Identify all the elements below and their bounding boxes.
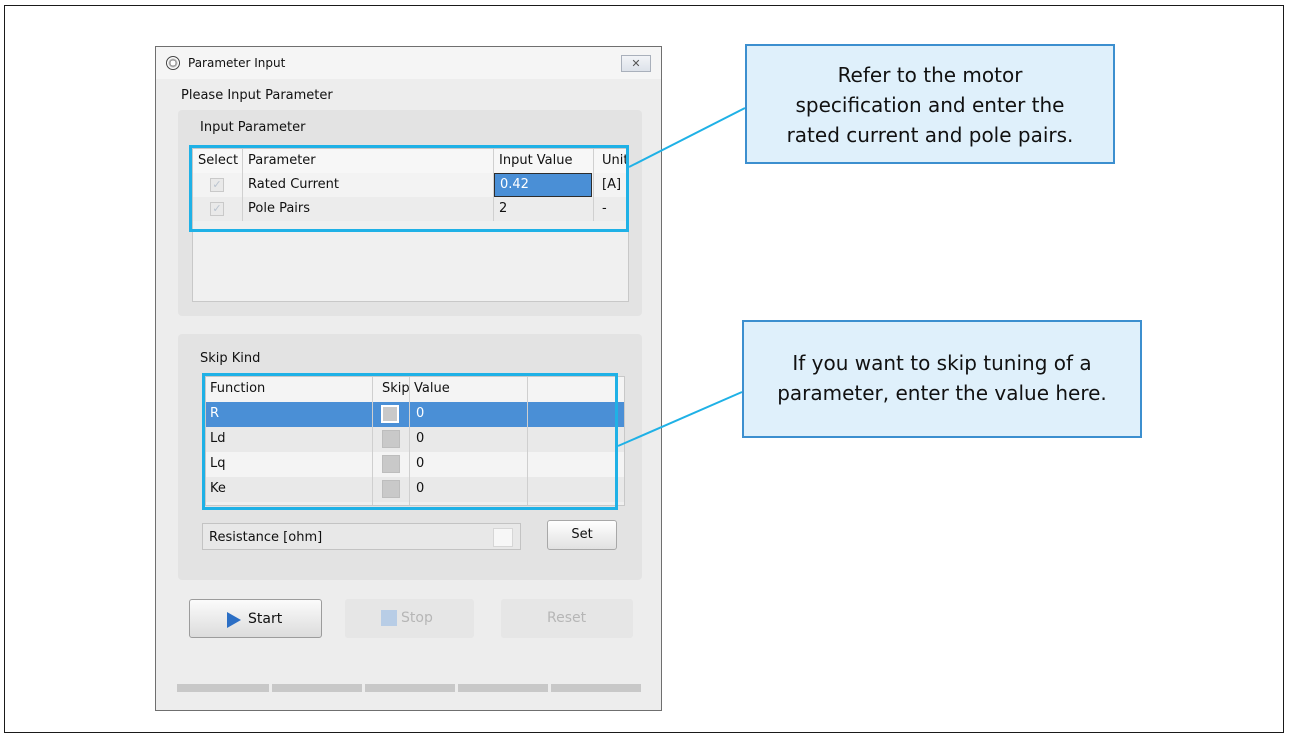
callout-line: If you want to skip tuning of a [792, 351, 1092, 375]
callout-line: specification and enter the [795, 93, 1065, 117]
callout-leader-bottom [617, 391, 743, 447]
callout-leader-top [628, 107, 746, 168]
callout-line: parameter, enter the value here. [777, 381, 1107, 405]
callout-line: rated current and pole pairs. [786, 123, 1074, 147]
callout-skip-hint: If you want to skip tuning of a paramete… [742, 320, 1142, 438]
callout-line: Refer to the motor [837, 63, 1023, 87]
callout-parameter-hint: Refer to the motor specification and ent… [745, 44, 1115, 164]
